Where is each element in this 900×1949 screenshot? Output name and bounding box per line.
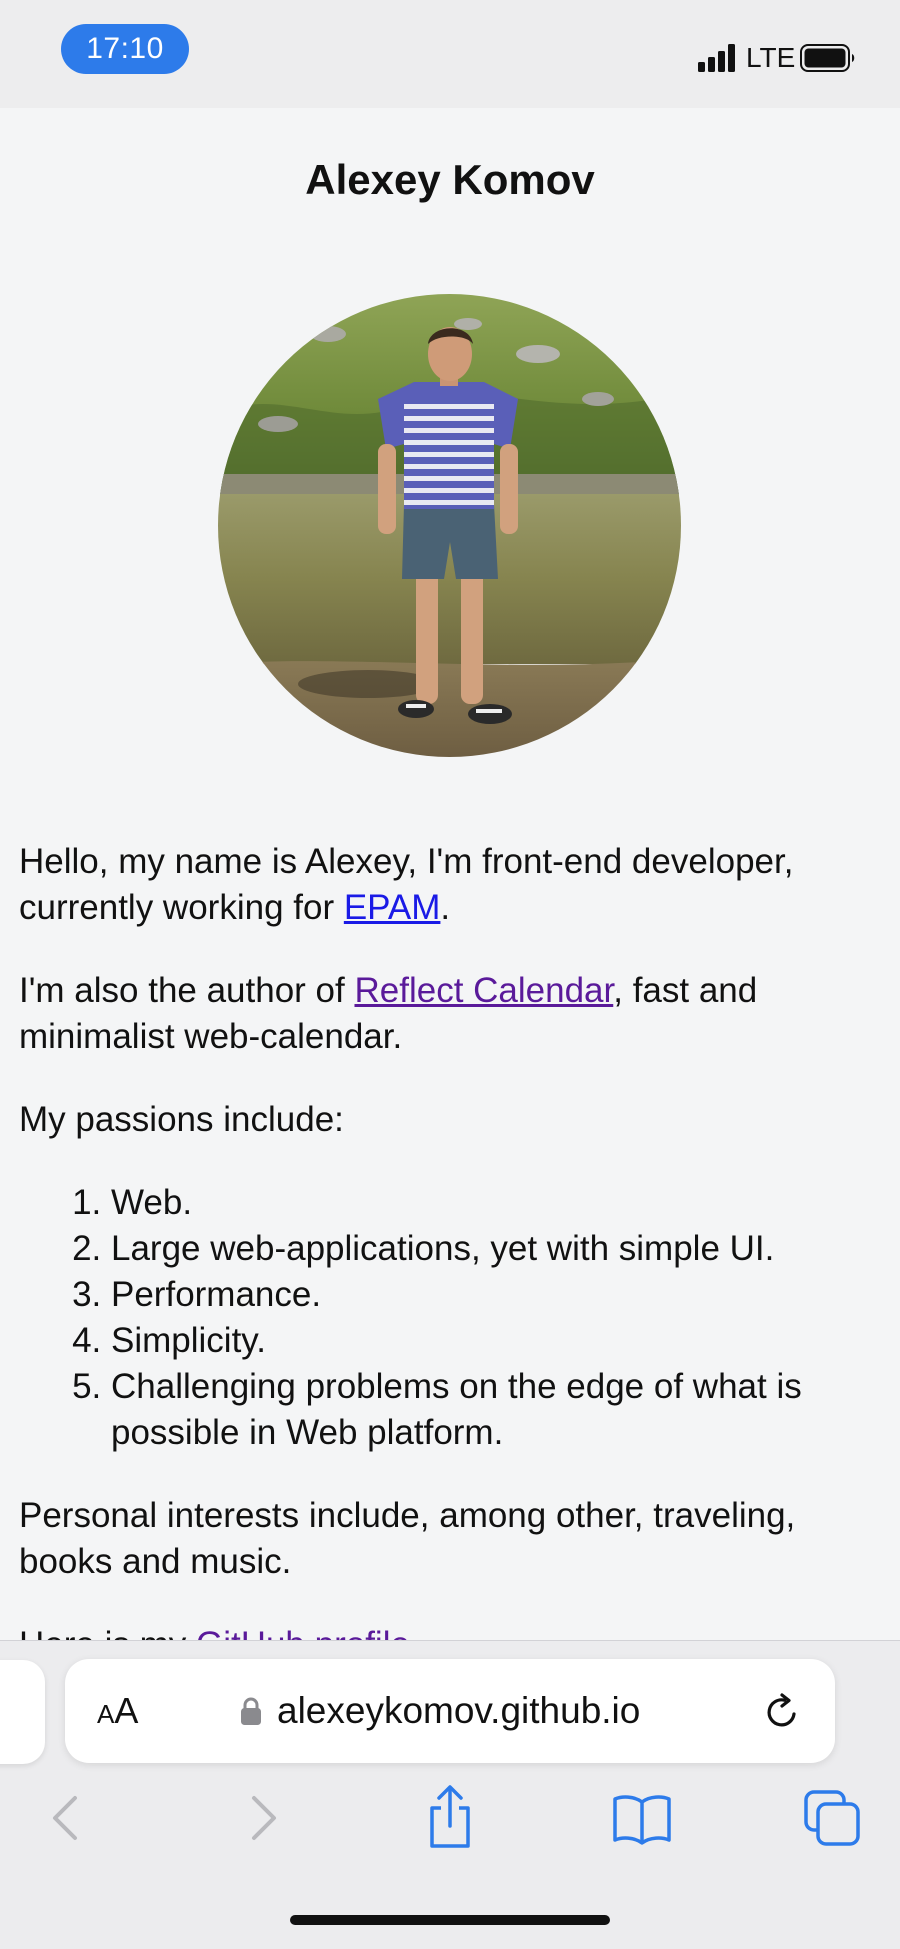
- chevron-left-icon[interactable]: [37, 1788, 97, 1848]
- author-paragraph: I'm also the author of Reflect Calendar,…: [19, 968, 885, 1060]
- list-item: Simplicity.: [111, 1318, 885, 1364]
- lock-icon: [241, 1697, 261, 1725]
- browser-toolbar: AA alexeykomov.github.io: [0, 1640, 900, 1949]
- text-size-button[interactable]: AA: [97, 1687, 138, 1735]
- github-paragraph: Here is my GitHub profile: [19, 1622, 885, 1640]
- github-profile-link[interactable]: GitHub profile: [196, 1625, 410, 1640]
- avatar: [218, 294, 681, 757]
- text-size-large-glyph: A: [114, 1690, 139, 1731]
- github-text: Here is my: [19, 1625, 196, 1640]
- avatar-photo: [218, 294, 681, 757]
- reflect-calendar-link[interactable]: Reflect Calendar: [354, 971, 613, 1010]
- passions-heading: My passions include:: [19, 1100, 344, 1139]
- book-icon[interactable]: [610, 1788, 674, 1848]
- interests-paragraph: Personal interests include, among other,…: [19, 1496, 796, 1581]
- cellular-signal-icon: [698, 44, 738, 72]
- text-size-small-glyph: A: [97, 1699, 115, 1729]
- status-time[interactable]: 17:10: [61, 24, 189, 74]
- list-item: Web.: [111, 1180, 885, 1226]
- network-type: LTE: [746, 42, 796, 73]
- intro-text-end: .: [440, 888, 451, 927]
- web-page: Alexey Komov Hello, my name is Alexey, I…: [0, 108, 900, 1640]
- page-title: Alexey Komov: [305, 156, 595, 203]
- page-content: Hello, my name is Alexey, I'm front-end …: [19, 839, 885, 1640]
- address-bar[interactable]: AA alexeykomov.github.io: [65, 1659, 835, 1763]
- list-item: Performance.: [111, 1272, 885, 1318]
- reload-icon[interactable]: [762, 1692, 802, 1732]
- passions-list: Web. Large web-applications, yet with si…: [19, 1180, 885, 1456]
- previous-tab-preview[interactable]: [0, 1660, 45, 1764]
- intro-paragraph: Hello, my name is Alexey, I'm front-end …: [19, 839, 885, 931]
- home-indicator[interactable]: [290, 1915, 610, 1925]
- list-item: Large web-applications, yet with simple …: [111, 1226, 885, 1272]
- chevron-right-icon[interactable]: [232, 1788, 292, 1848]
- share-icon[interactable]: [420, 1784, 480, 1850]
- author-text: I'm also the author of: [19, 971, 355, 1010]
- epam-link[interactable]: EPAM: [344, 888, 441, 927]
- battery-icon: [800, 44, 855, 72]
- tabs-icon[interactable]: [802, 1788, 862, 1848]
- list-item: Challenging problems on the edge of what…: [111, 1364, 885, 1456]
- url-text[interactable]: alexeykomov.github.io: [277, 1686, 640, 1736]
- status-bar: 17:10 LTE: [0, 0, 900, 108]
